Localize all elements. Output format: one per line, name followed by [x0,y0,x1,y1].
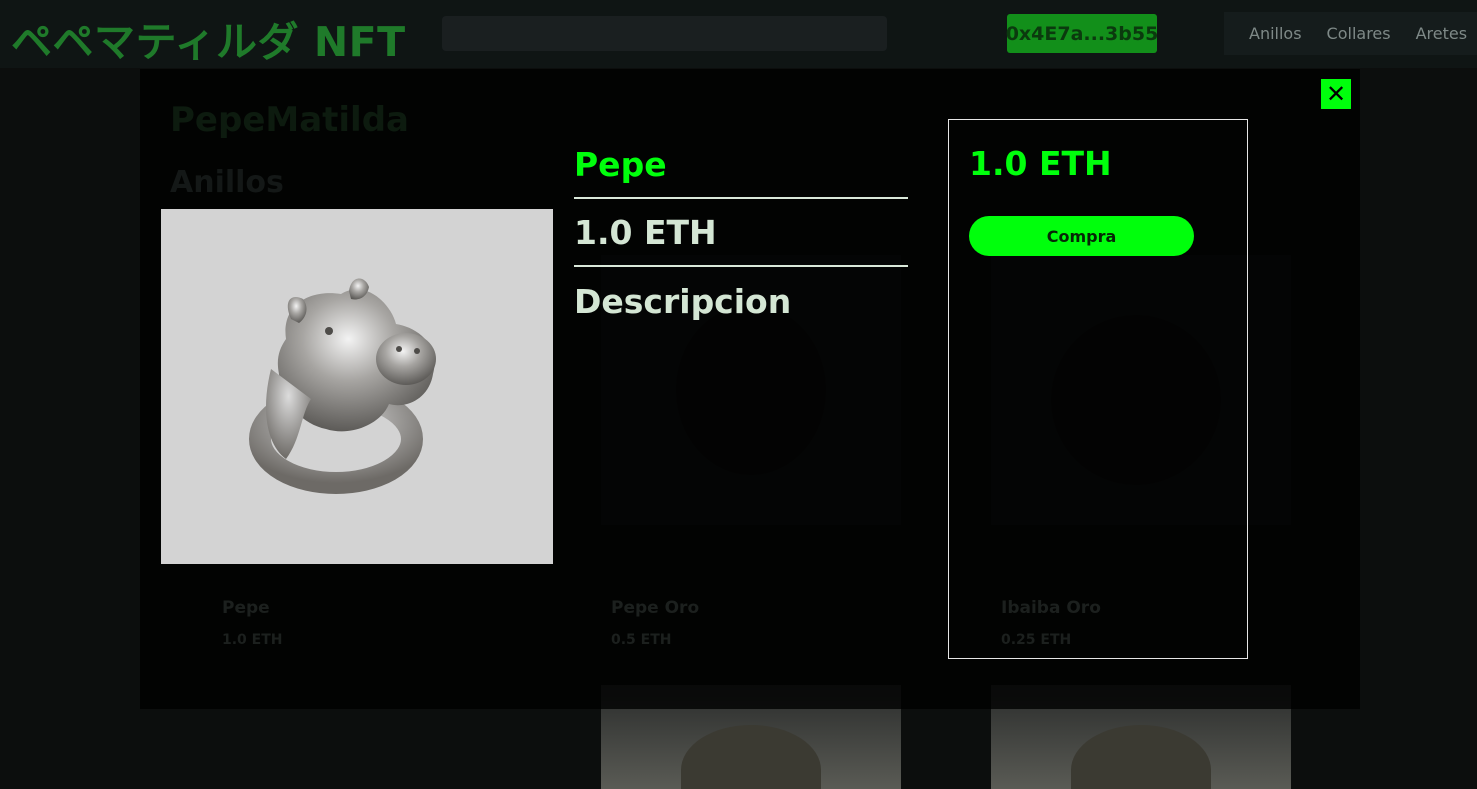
card-price: 0.5 ETH [611,632,672,648]
section-title: Anillos [170,165,284,200]
top-navbar: ペペマティルダ NFT 0x4E7a...3b55 Anillos Collar… [0,0,1477,68]
purchase-price: 1.0 ETH [969,144,1112,183]
nav-item-anillos[interactable]: Anillos [1249,24,1302,43]
close-icon[interactable]: ✕ [1321,79,1351,109]
nav-item-aretes[interactable]: Aretes [1416,24,1467,43]
product-name: Pepe [574,131,908,199]
nav-item-collares[interactable]: Collares [1327,24,1391,43]
card-name: Pepe Oro [611,598,700,618]
product-image [161,209,553,564]
hippo-ring-icon [249,278,436,494]
brand-logo[interactable]: ペペマティルダ NFT [11,8,406,68]
card-name: Pepe [222,598,270,618]
buy-button[interactable]: Compra [969,216,1194,256]
purchase-panel: 1.0 ETH Compra [948,119,1248,659]
product-info: Pepe 1.0 ETH Descripcion [574,131,908,335]
collection-title: PepeMatilda [170,100,409,140]
category-nav: Anillos Collares Aretes [1224,12,1477,55]
search-input[interactable] [442,16,887,51]
product-description-heading: Descripcion [574,281,792,321]
card-price: 1.0 ETH [222,632,283,648]
wallet-address-button[interactable]: 0x4E7a...3b55 [1006,14,1158,53]
product-price: 1.0 ETH [574,199,908,267]
